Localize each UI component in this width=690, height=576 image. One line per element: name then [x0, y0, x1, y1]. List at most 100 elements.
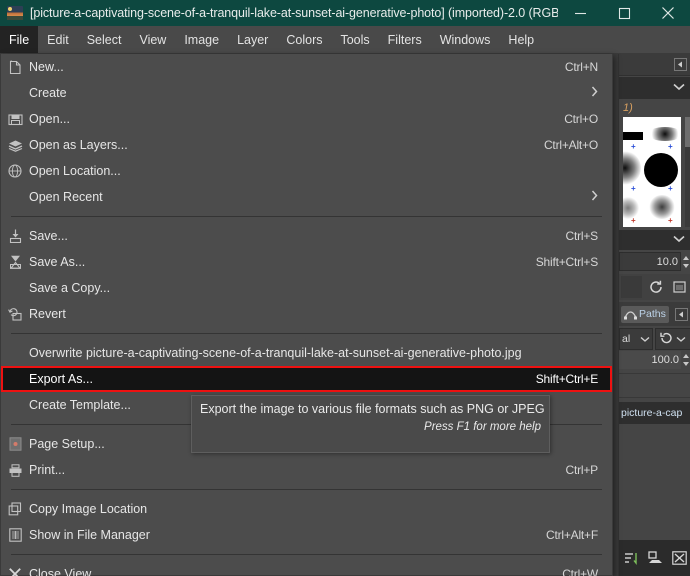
menu-item-save-as[interactable]: Save As... Shift+Ctrl+S — [1, 249, 612, 275]
brush-texture-icon[interactable] — [621, 276, 642, 298]
menu-item-save-a-copy[interactable]: Save a Copy... — [1, 275, 612, 301]
brush-tool-buttons — [619, 274, 690, 300]
blank-icon-2 — [1, 184, 29, 210]
menu-item-new-label: New... — [29, 60, 565, 74]
menu-item-print-label: Print... — [29, 463, 566, 477]
menu-item-open-as-layers[interactable]: Open as Layers... Ctrl+Alt+O — [1, 132, 612, 158]
minimize-icon[interactable] — [558, 0, 602, 26]
menu-item-new-accel: Ctrl+N — [565, 60, 612, 74]
layers-bottom-toolbar — [619, 540, 690, 576]
menu-item-copy-image-location-label: Copy Image Location — [29, 502, 598, 516]
menu-item-revert[interactable]: Revert — [1, 301, 612, 327]
tab-paths[interactable]: Paths — [621, 306, 669, 323]
dock-chevron-row-2 — [619, 230, 690, 250]
brush-size-input[interactable]: 10.0 — [619, 252, 681, 271]
menu-item-overwrite[interactable]: Overwrite picture-a-captivating-scene-of… — [1, 340, 612, 366]
chevron-down-icon-2[interactable] — [673, 234, 685, 246]
layer-blend-combo[interactable] — [655, 328, 690, 350]
menubar-item-view[interactable]: View — [130, 26, 175, 53]
new-file-icon — [1, 54, 29, 80]
blank-icon-4 — [1, 340, 29, 366]
close-icon[interactable] — [646, 0, 690, 26]
page-setup-icon — [1, 431, 29, 457]
menu-separator-1 — [11, 216, 602, 217]
refresh-icon[interactable] — [645, 276, 666, 298]
title-bar: [picture-a-captivating-scene-of-a-tranqu… — [0, 0, 690, 26]
layer-list-item[interactable]: picture-a-cap — [619, 402, 690, 424]
chevron-right-icon — [591, 86, 612, 100]
file-manager-icon — [1, 522, 29, 548]
sort-icon[interactable] — [622, 549, 640, 567]
menubar-item-file[interactable]: File — [0, 26, 38, 53]
reset-icon[interactable] — [660, 332, 673, 347]
menu-item-show-in-file-manager-accel: Ctrl+Alt+F — [546, 528, 612, 542]
menubar-item-windows[interactable]: Windows — [431, 26, 500, 53]
window-controls — [558, 0, 690, 26]
menubar-item-image[interactable]: Image — [175, 26, 228, 53]
menubar-item-layer[interactable]: Layer — [228, 26, 277, 53]
menu-item-open-label: Open... — [29, 112, 564, 126]
menubar-item-edit[interactable]: Edit — [38, 26, 78, 53]
dock-menu-icon[interactable] — [675, 308, 688, 321]
layer-mode-label: al — [622, 333, 630, 345]
menubar-item-colors[interactable]: Colors — [277, 26, 331, 53]
menu-item-open-location[interactable]: Open Location... — [1, 158, 612, 184]
menu-item-overwrite-label: Overwrite picture-a-captivating-scene-of… — [29, 346, 598, 360]
brush-size-spinner[interactable] — [681, 252, 690, 271]
save-as-icon — [1, 249, 29, 275]
menu-item-open-recent[interactable]: Open Recent — [1, 184, 612, 210]
menubar-item-tools[interactable]: Tools — [331, 26, 378, 53]
delete-icon[interactable] — [670, 549, 688, 567]
anchor-icon[interactable] — [646, 549, 664, 567]
blank-icon-5 — [1, 366, 29, 392]
menu-item-export-as[interactable]: Export As... Shift+Ctrl+E — [1, 366, 612, 392]
close-x-icon — [1, 561, 29, 576]
menu-item-print[interactable]: Print... Ctrl+P — [1, 457, 612, 483]
chevron-right-icon-2 — [591, 190, 612, 204]
menu-item-new[interactable]: New... Ctrl+N — [1, 54, 612, 80]
tooltip-text: Export the image to various file formats… — [192, 396, 549, 416]
menu-separator-2 — [11, 333, 602, 334]
chevron-down-icon[interactable] — [673, 82, 685, 94]
dock-collapse-row — [619, 54, 690, 76]
file-dropdown-menu: New... Ctrl+N Create Open... Ctrl+O Open… — [0, 54, 613, 576]
maximize-icon[interactable] — [602, 0, 646, 26]
menu-item-show-in-file-manager[interactable]: Show in File Manager Ctrl+Alt+F — [1, 522, 612, 548]
menu-separator-5 — [11, 554, 602, 555]
menu-item-open-accel: Ctrl+O — [564, 112, 612, 126]
menu-item-show-in-file-manager-label: Show in File Manager — [29, 528, 546, 542]
menu-item-revert-label: Revert — [29, 307, 598, 321]
opacity-spinner[interactable] — [681, 351, 690, 369]
gimp-app-icon — [7, 6, 23, 20]
right-dock: 1) + + + + + + — [618, 54, 690, 576]
dock-partial-label: 1) — [619, 100, 690, 116]
menu-item-export-as-label: Export As... — [29, 372, 536, 386]
layers-icon — [1, 132, 29, 158]
menu-item-create[interactable]: Create — [1, 80, 612, 106]
menubar-item-filters[interactable]: Filters — [379, 26, 431, 53]
layer-mode-combo[interactable]: al — [619, 328, 653, 350]
tooltip-hint: Press F1 for more help — [192, 416, 549, 433]
opacity-input[interactable]: 100.0 — [619, 351, 681, 369]
menu-item-export-as-accel: Shift+Ctrl+E — [536, 372, 612, 386]
brush-preview[interactable]: + + + + + + — [623, 117, 681, 227]
menu-item-close-view-accel: Ctrl+W — [562, 567, 612, 576]
new-brush-icon[interactable] — [670, 276, 690, 298]
menu-item-save[interactable]: Save... Ctrl+S — [1, 223, 612, 249]
menu-item-copy-image-location[interactable]: Copy Image Location — [1, 496, 612, 522]
window-title: [picture-a-captivating-scene-of-a-tranqu… — [30, 0, 558, 26]
collapse-icon[interactable] — [674, 58, 687, 71]
menu-item-close-view[interactable]: Close View Ctrl+W — [1, 561, 612, 576]
tab-paths-label: Paths — [639, 308, 666, 320]
printer-icon — [1, 457, 29, 483]
brush-list-scrollbar[interactable] — [685, 117, 690, 227]
menu-item-open[interactable]: Open... Ctrl+O — [1, 106, 612, 132]
save-icon — [1, 223, 29, 249]
blank-icon — [1, 80, 29, 106]
menubar-item-select[interactable]: Select — [78, 26, 131, 53]
menu-item-print-accel: Ctrl+P — [566, 463, 612, 477]
menu-bar: File Edit Select View Image Layer Colors… — [0, 26, 690, 54]
menu-item-save-as-accel: Shift+Ctrl+S — [536, 255, 612, 269]
menubar-item-help[interactable]: Help — [499, 26, 543, 53]
menu-separator-4 — [11, 489, 602, 490]
